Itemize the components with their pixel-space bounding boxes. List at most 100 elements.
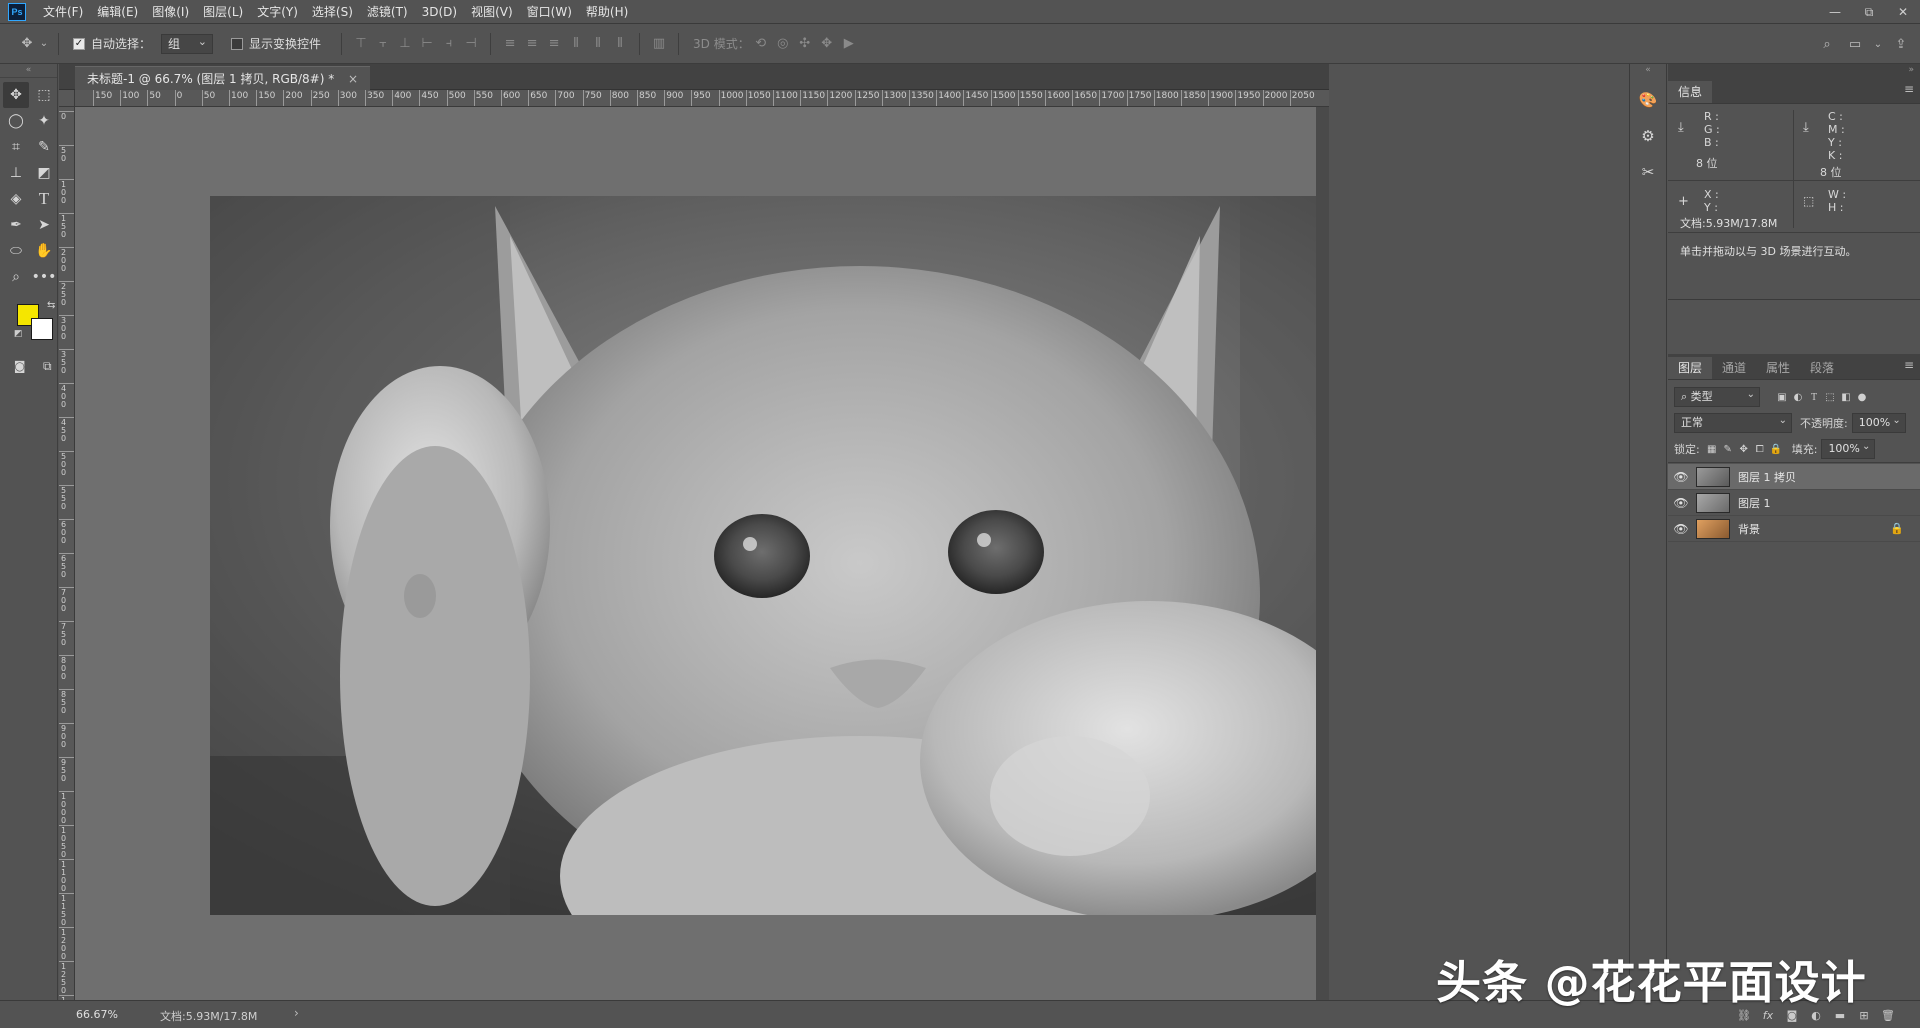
color-palette-icon[interactable]: 🎨	[1634, 86, 1662, 114]
distribute-right-icon[interactable]: ⦀	[609, 33, 631, 55]
restore-button[interactable]: ⧉	[1852, 0, 1886, 24]
ellipse-tool-icon[interactable]: ⬭	[3, 238, 29, 264]
align-right-icon[interactable]: ⊣	[460, 33, 482, 55]
search-icon[interactable]: ⌕	[1816, 33, 1838, 55]
tab-info[interactable]: 信息	[1668, 81, 1713, 103]
menu-edit[interactable]: 编辑(E)	[90, 0, 145, 24]
auto-align-icon[interactable]: ▥	[648, 33, 670, 55]
chevron-down-icon[interactable]: ⌄	[38, 33, 50, 55]
panel-menu-icon[interactable]: ≡	[1904, 82, 1914, 96]
ruler-vertical[interactable]: 0 50 100 150 200 250 300 350 400 450 500 550 600 650 7…	[59, 107, 75, 1000]
background-color-swatch[interactable]	[31, 318, 53, 340]
chevron-down-icon[interactable]: ⌄	[1872, 33, 1884, 55]
expand-icon[interactable]: »	[1668, 64, 1920, 78]
align-hcenter-icon[interactable]: ⫞	[438, 33, 460, 55]
visibility-eye-icon[interactable]: 👁	[1668, 496, 1694, 510]
tab-layers[interactable]: 图层	[1668, 357, 1713, 379]
pen-tool-icon[interactable]: ✒	[3, 212, 29, 238]
tab-channels[interactable]: 通道	[1712, 357, 1756, 379]
visibility-eye-icon[interactable]: 👁	[1668, 470, 1694, 484]
align-left-icon[interactable]: ⊢	[416, 33, 438, 55]
menu-type[interactable]: 文字(Y)	[250, 0, 305, 24]
menu-select[interactable]: 选择(S)	[305, 0, 360, 24]
visibility-eye-icon[interactable]: 👁	[1668, 522, 1694, 536]
menu-view[interactable]: 视图(V)	[464, 0, 520, 24]
align-top-icon[interactable]: ⊤	[350, 33, 372, 55]
ruler-horizontal[interactable]: 150 100 50 0 50 100 150 200 250 300 350 400 450 500 55…	[75, 90, 1329, 107]
layer-item[interactable]: 👁 背景 🔒	[1668, 516, 1920, 542]
more-tools-icon[interactable]: •••	[31, 264, 57, 290]
lock-artboard-icon[interactable]: ⧠	[1752, 441, 1768, 457]
layer-filter-dropdown[interactable]: ⌕ 类型	[1674, 386, 1760, 407]
delete-layer-icon[interactable]: 🗑	[1880, 1007, 1896, 1023]
align-bottom-icon[interactable]: ⊥	[394, 33, 416, 55]
ruler-corner[interactable]	[59, 90, 75, 107]
tab-paragraph[interactable]: 段落	[1800, 357, 1844, 379]
filter-adjustment-icon[interactable]: ◐	[1790, 389, 1806, 405]
lock-all-icon[interactable]: 🔒	[1768, 441, 1784, 457]
menu-file[interactable]: 文件(F)	[36, 0, 90, 24]
layer-item[interactable]: 👁 图层 1	[1668, 490, 1920, 516]
collapse-icon[interactable]: «	[0, 64, 57, 78]
distribute-vcenter-icon[interactable]: ≡	[521, 33, 543, 55]
filter-shape-icon[interactable]: ⬚	[1822, 389, 1838, 405]
auto-select-target-dropdown[interactable]: 组	[161, 33, 214, 54]
filter-toggle-icon[interactable]: ●	[1854, 389, 1870, 405]
menu-filter[interactable]: 滤镜(T)	[360, 0, 415, 24]
workspace-icon[interactable]: ▭	[1844, 33, 1866, 55]
fill-input[interactable]: 100%	[1821, 438, 1876, 459]
filter-pixel-icon[interactable]: ▣	[1774, 389, 1790, 405]
zoom-level[interactable]: 66.67%	[76, 1008, 118, 1021]
menu-image[interactable]: 图像(I)	[145, 0, 196, 24]
marquee-tool-icon[interactable]: ⬚	[31, 82, 57, 108]
orbit-3d-icon[interactable]: ⟲	[750, 33, 772, 55]
zoom-tool-icon[interactable]: ⌕	[3, 264, 29, 290]
lock-position-icon[interactable]: ✥	[1736, 441, 1752, 457]
crop-tool-icon[interactable]: ⌗	[3, 134, 29, 160]
blend-mode-dropdown[interactable]: 正常	[1674, 412, 1792, 433]
type-tool-icon[interactable]: T	[31, 186, 57, 212]
auto-select-checkbox[interactable]: ✓ 自动选择：	[73, 35, 151, 52]
share-icon[interactable]: ⇪	[1890, 33, 1912, 55]
screen-mode-icon[interactable]: ⧉	[38, 356, 58, 376]
document-tab[interactable]: 未标题-1 @ 66.7% (图层 1 拷贝, RGB/8#) * ×	[75, 66, 371, 90]
close-tab-icon[interactable]: ×	[348, 72, 358, 86]
menu-layer[interactable]: 图层(L)	[196, 0, 250, 24]
distribute-hcenter-icon[interactable]: ⦀	[587, 33, 609, 55]
menu-help[interactable]: 帮助(H)	[579, 0, 635, 24]
properties-icon[interactable]: ⚙	[1634, 122, 1662, 150]
opacity-input[interactable]: 100%	[1851, 412, 1906, 433]
hand-tool-icon[interactable]: ✋	[31, 238, 57, 264]
lock-transparency-icon[interactable]: ▦	[1704, 441, 1720, 457]
swap-colors-icon[interactable]: ⇆	[47, 300, 55, 311]
slide-3d-icon[interactable]: ✥	[816, 33, 838, 55]
paint-bucket-tool-icon[interactable]: ◈	[3, 186, 29, 212]
move-tool-icon[interactable]: ✥	[3, 82, 29, 108]
layer-item[interactable]: 👁 图层 1 拷贝	[1668, 464, 1920, 490]
menu-window[interactable]: 窗口(W)	[520, 0, 579, 24]
brush-tool-icon[interactable]: ✎	[31, 134, 57, 160]
eraser-tool-icon[interactable]: ◩	[31, 160, 57, 186]
align-vcenter-icon[interactable]: ⫟	[372, 33, 394, 55]
stamp-tool-icon[interactable]: ⊥	[3, 160, 29, 186]
close-window-button[interactable]: ✕	[1886, 0, 1920, 24]
document-canvas[interactable]	[210, 196, 1329, 915]
panel-menu-icon[interactable]: ≡	[1904, 358, 1914, 372]
status-menu-arrow[interactable]: ›	[294, 1006, 299, 1020]
tab-properties[interactable]: 属性	[1756, 357, 1800, 379]
distribute-bottom-icon[interactable]: ≡	[543, 33, 565, 55]
lasso-tool-icon[interactable]: ◯	[3, 108, 29, 134]
collapse-icon[interactable]: «	[1630, 64, 1666, 78]
quick-mask-icon[interactable]: ◙	[10, 356, 30, 376]
drag-3d-icon[interactable]: ✣	[794, 33, 816, 55]
canvas-area[interactable]	[75, 107, 1329, 1000]
distribute-left-icon[interactable]: ⦀	[565, 33, 587, 55]
filter-smart-object-icon[interactable]: ◧	[1838, 389, 1854, 405]
menu-3d[interactable]: 3D(D)	[415, 0, 464, 24]
default-colors-icon[interactable]: ◩	[14, 329, 23, 339]
tools-preset-icon[interactable]: ✂	[1634, 158, 1662, 186]
show-transform-checkbox[interactable]: 显示变换控件	[231, 35, 321, 52]
distribute-top-icon[interactable]: ≡	[499, 33, 521, 55]
canvas-scrollbar[interactable]	[1316, 107, 1329, 1000]
magic-wand-tool-icon[interactable]: ✦	[31, 108, 57, 134]
